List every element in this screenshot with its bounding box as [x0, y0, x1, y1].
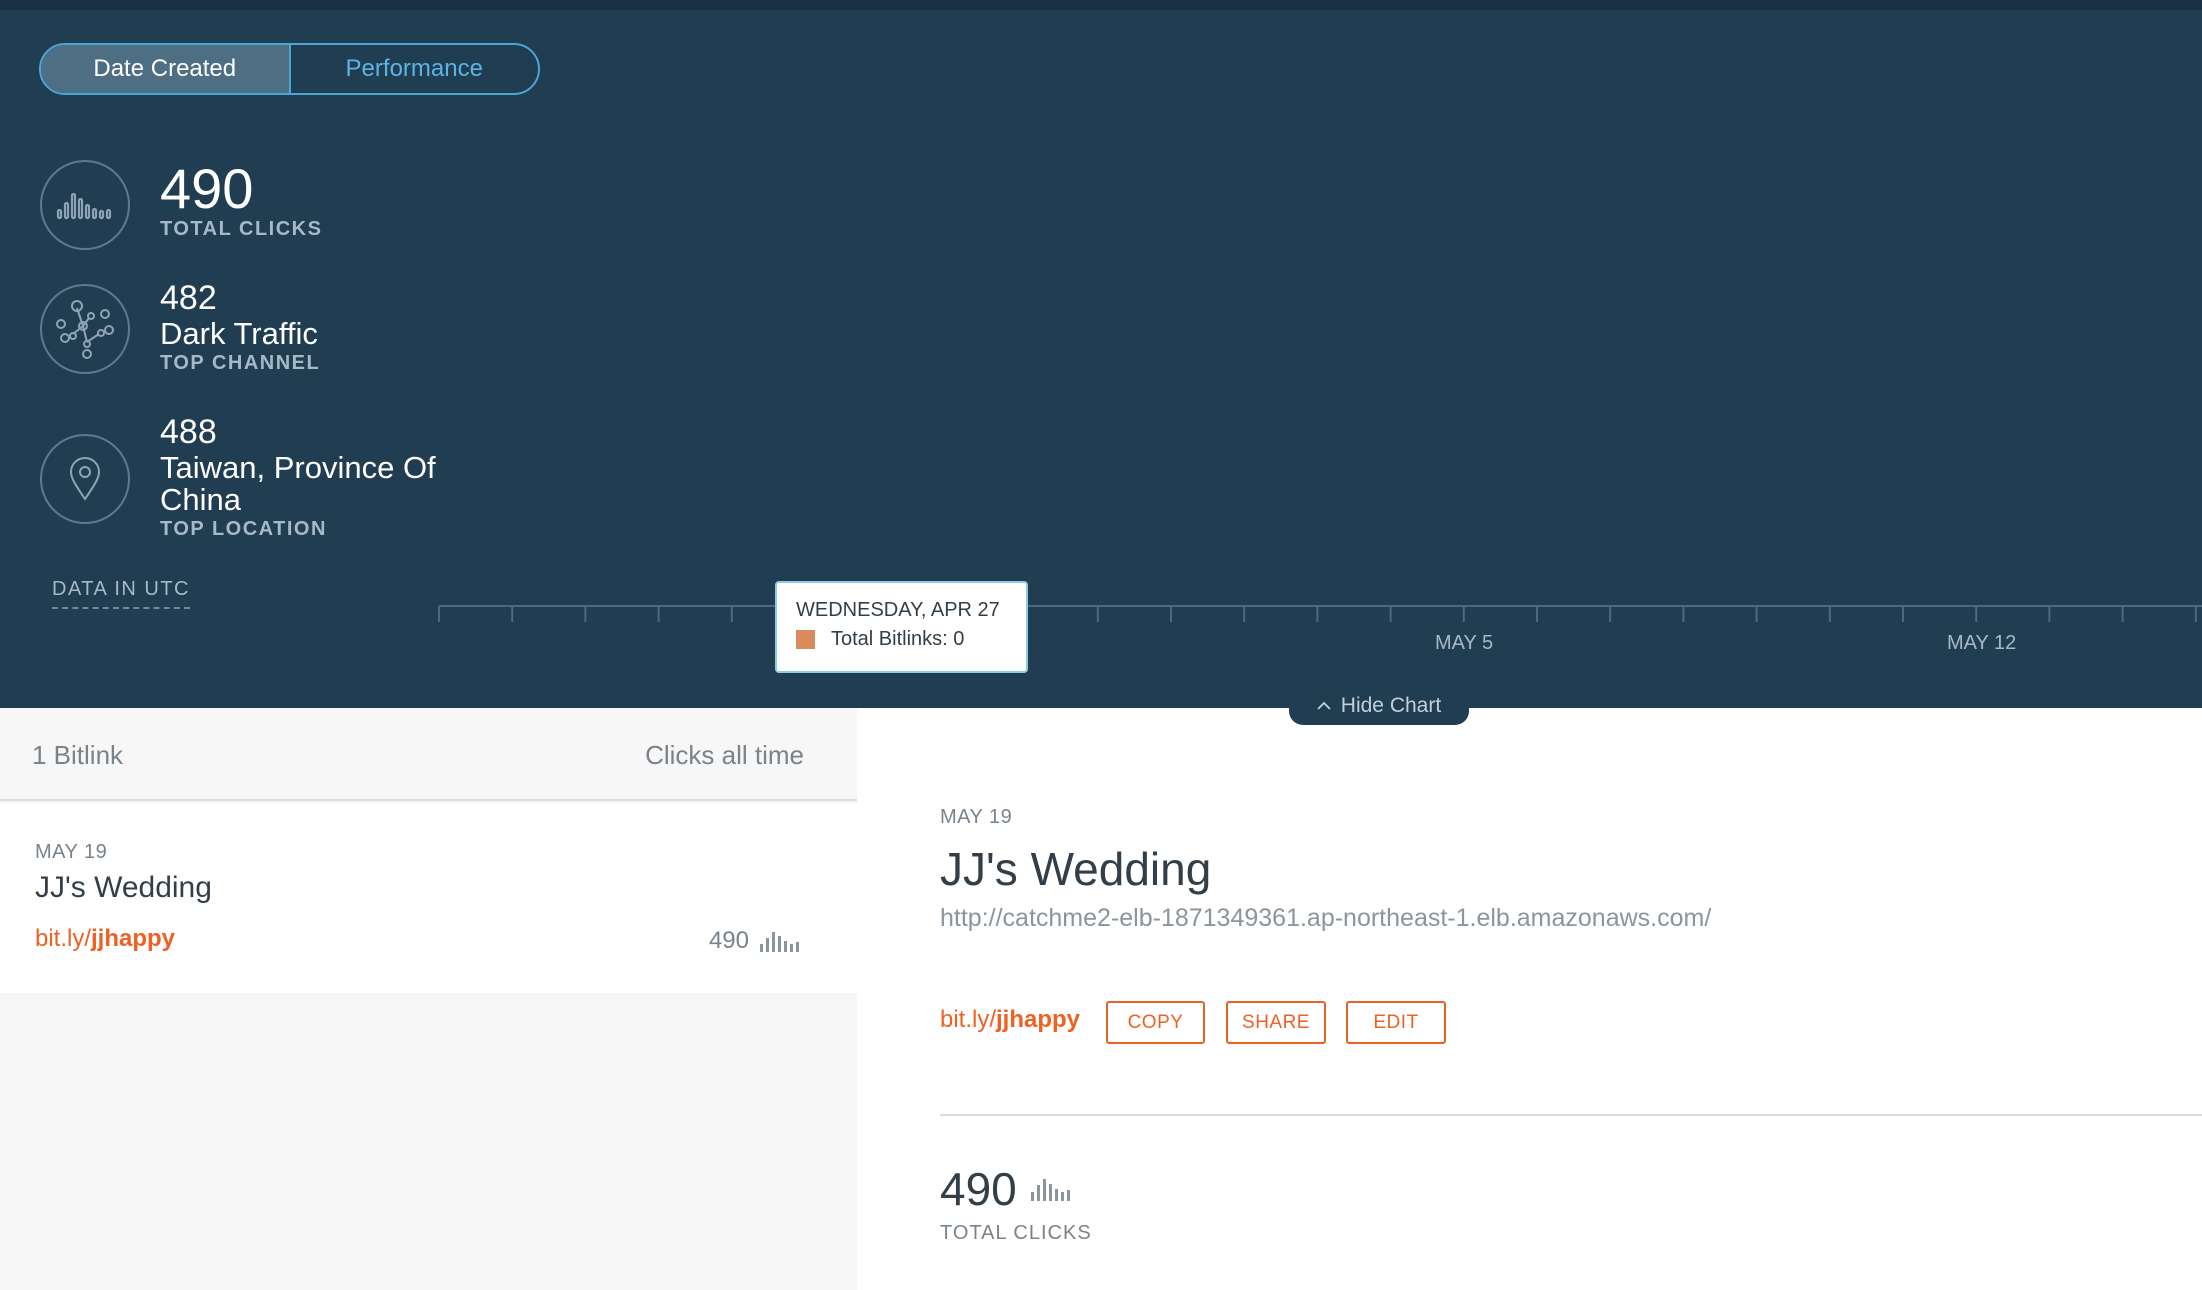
list-item-clicks-value: 490	[708, 927, 749, 954]
network-icon	[40, 284, 130, 374]
detail-total-clicks-label: TOTAL CLICKS	[940, 1222, 1092, 1244]
clicks-chart-icon	[1030, 1179, 1070, 1201]
detail-long-url[interactable]: http://catchme2-elb-1871349361.ap-northe…	[940, 904, 1711, 933]
total-clicks-label: TOTAL CLICKS	[160, 218, 323, 240]
sort-clicks-all-time[interactable]: Clicks all time	[645, 740, 804, 771]
top-strip	[0, 0, 2202, 10]
clicks-chart-icon	[760, 932, 799, 952]
location-pin-icon	[40, 434, 130, 524]
list-item[interactable]: MAY 19 JJ's Wedding bit.ly/jjhappy 490	[0, 803, 857, 993]
tooltip-row: Total Bitlinks: 0	[796, 628, 1026, 651]
list-item-short-link[interactable]: bit.ly/jjhappy	[35, 925, 175, 953]
tab-performance[interactable]: Performance	[291, 45, 539, 93]
axis-label-may-5: MAY 5	[1435, 632, 1494, 654]
clicks-chart-icon	[40, 160, 130, 250]
chart-x-axis	[438, 605, 2202, 622]
top-location-value: 488	[160, 413, 217, 451]
copy-button[interactable]: COPY	[1106, 1001, 1205, 1044]
chart-panel: Date Created Performance 490 TOTAL CLICK…	[0, 0, 2202, 708]
top-location-label: TOP LOCATION	[160, 518, 327, 540]
tooltip-date: WEDNESDAY, APR 27	[796, 599, 1000, 621]
bitlink-detail-pane: MAY 19 JJ's Wedding http://catchme2-elb-…	[857, 708, 2202, 1290]
axis-label-may-12: MAY 12	[1947, 632, 2017, 654]
view-toggle: Date Created Performance	[39, 43, 540, 95]
top-channel-name: Dark Traffic	[160, 316, 318, 351]
hide-chart-button[interactable]: Hide Chart	[1289, 686, 1469, 725]
top-channel-value: 482	[160, 279, 217, 317]
tooltip-value: Total Bitlinks: 0	[831, 628, 965, 650]
list-item-clicks: 490	[709, 927, 802, 955]
edit-button[interactable]: EDIT	[1346, 1001, 1446, 1044]
detail-total-clicks-value: 490	[940, 1163, 1017, 1215]
bitlink-count: 1 Bitlink	[32, 740, 124, 770]
chevron-up-icon	[1317, 701, 1331, 710]
top-location-name-line2: China	[160, 482, 241, 517]
total-clicks-value: 490	[160, 157, 254, 220]
bitlink-list-pane: 1 Bitlink Clicks all time MAY 19 JJ's We…	[0, 708, 857, 1290]
top-channel-label: TOP CHANNEL	[160, 352, 321, 374]
list-item-date: MAY 19	[35, 841, 108, 863]
tab-date-created[interactable]: Date Created	[41, 45, 291, 93]
hide-chart-label: Hide Chart	[1340, 693, 1442, 717]
share-button[interactable]: SHARE	[1226, 1001, 1326, 1044]
tooltip-swatch	[796, 630, 815, 649]
list-header: 1 Bitlink Clicks all time	[0, 708, 857, 801]
top-location-name-line1: Taiwan, Province Of	[160, 450, 436, 485]
detail-total-clicks: 490	[940, 1162, 1075, 1216]
detail-divider	[940, 1114, 2202, 1116]
chart-tooltip: WEDNESDAY, APR 27 Total Bitlinks: 0	[775, 581, 1028, 673]
detail-title: JJ's Wedding	[940, 843, 1212, 895]
detail-short-link[interactable]: bit.ly/jjhappy	[940, 1006, 1080, 1034]
list-item-title: JJ's Wedding	[35, 871, 212, 904]
detail-date: MAY 19	[940, 806, 1013, 828]
